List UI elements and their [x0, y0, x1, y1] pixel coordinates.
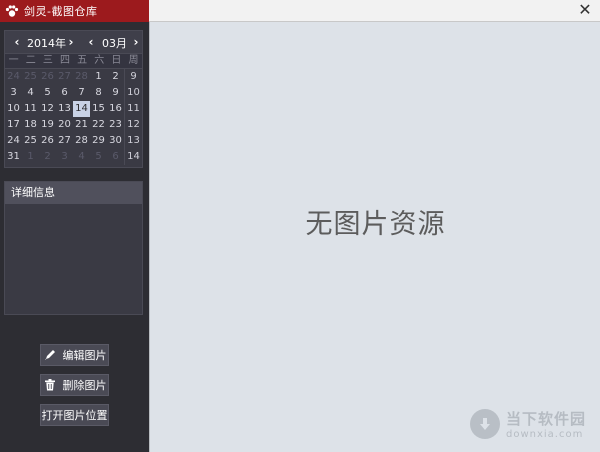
calendar-week-row: 10 11 12 13 14 15 16 11 — [5, 101, 142, 117]
week-number: 14 — [124, 149, 142, 165]
calendar-day-selected[interactable]: 14 — [73, 101, 90, 117]
week-number: 12 — [124, 117, 142, 133]
calendar-day[interactable]: 5 — [90, 149, 107, 165]
weekday-header: 三 — [42, 55, 53, 66]
calendar-day[interactable]: 27 — [56, 133, 73, 149]
calendar-day[interactable]: 6 — [107, 149, 124, 165]
empty-state-message: 无图片资源 — [305, 209, 446, 240]
calendar-grid: 24 25 26 27 28 1 2 9 3 4 5 6 7 8 9 10 10 — [5, 69, 142, 165]
watermark-text: 当下软件园 downxia.com — [506, 408, 586, 440]
weekday-header: 二 — [25, 55, 36, 66]
weekday-header: 一 — [8, 55, 19, 66]
week-number: 11 — [124, 101, 142, 117]
calendar-day[interactable]: 18 — [22, 117, 39, 133]
calendar-day[interactable]: 6 — [56, 85, 73, 101]
calendar-day[interactable]: 26 — [39, 133, 56, 149]
calendar-day[interactable]: 12 — [39, 101, 56, 117]
calendar-day[interactable]: 8 — [90, 85, 107, 101]
calendar-day[interactable]: 25 — [22, 133, 39, 149]
watermark: 当下软件园 downxia.com — [469, 408, 586, 440]
weekday-header: 四 — [59, 55, 70, 66]
calendar-day[interactable]: 21 — [73, 117, 90, 133]
open-image-location-label: 打开图片位置 — [41, 409, 108, 422]
weekday-header: 日 — [111, 55, 122, 66]
edit-image-button[interactable]: 编辑图片 — [40, 344, 109, 366]
calendar-week-row: 3 4 5 6 7 8 9 10 — [5, 85, 142, 101]
delete-image-label: 删除图片 — [62, 379, 107, 392]
next-month-button[interactable]: › — [129, 34, 143, 50]
calendar-day[interactable]: 9 — [107, 85, 124, 101]
calendar: ‹ 2014年 › ‹ 03月 › 一 二 三 四 五 六 日 周 24 25 … — [4, 30, 143, 168]
calendar-day[interactable]: 7 — [73, 85, 90, 101]
month-label: 03月 — [102, 37, 127, 50]
week-number: 10 — [124, 85, 142, 101]
calendar-day[interactable]: 22 — [90, 117, 107, 133]
open-image-location-button[interactable]: 打开图片位置 — [40, 404, 109, 426]
close-icon[interactable]: ✕ — [576, 1, 594, 19]
detail-panel: 详细信息 — [4, 181, 143, 315]
top-bar: ✕ — [149, 0, 600, 22]
calendar-day[interactable]: 28 — [73, 133, 90, 149]
calendar-day[interactable]: 23 — [107, 117, 124, 133]
calendar-day[interactable]: 24 — [5, 133, 22, 149]
delete-image-button[interactable]: 删除图片 — [40, 374, 109, 396]
calendar-day[interactable]: 1 — [90, 69, 107, 85]
calendar-header: ‹ 2014年 › ‹ 03月 › — [5, 31, 142, 53]
calendar-day[interactable]: 16 — [107, 101, 124, 117]
calendar-day[interactable]: 11 — [22, 101, 39, 117]
week-number-header: 周 — [128, 55, 139, 66]
calendar-week-row: 31 1 2 3 4 5 6 14 — [5, 149, 142, 165]
calendar-day[interactable]: 20 — [56, 117, 73, 133]
calendar-day[interactable]: 30 — [107, 133, 124, 149]
week-number: 9 — [124, 69, 142, 85]
calendar-day[interactable]: 4 — [73, 149, 90, 165]
calendar-week-row: 24 25 26 27 28 29 30 13 — [5, 133, 142, 149]
image-viewer: 无图片资源 当下软件园 downxia.com — [149, 22, 600, 452]
calendar-day[interactable]: 27 — [56, 69, 73, 85]
sidebar: 剑灵-截图仓库 ‹ 2014年 › ‹ 03月 › 一 二 三 四 五 六 日 … — [0, 0, 149, 452]
calendar-day[interactable]: 4 — [22, 85, 39, 101]
calendar-day[interactable]: 3 — [56, 149, 73, 165]
calendar-day[interactable]: 25 — [22, 69, 39, 85]
edit-image-label: 编辑图片 — [62, 349, 107, 362]
calendar-day[interactable]: 24 — [5, 69, 22, 85]
calendar-day[interactable]: 5 — [39, 85, 56, 101]
weekday-header: 五 — [77, 55, 88, 66]
calendar-day[interactable]: 31 — [5, 149, 22, 165]
calendar-day[interactable]: 2 — [39, 149, 56, 165]
watermark-en: downxia.com — [505, 429, 584, 440]
download-arrow-icon — [469, 409, 500, 439]
calendar-day[interactable]: 3 — [5, 85, 22, 101]
week-number: 13 — [124, 133, 142, 149]
calendar-day[interactable]: 1 — [22, 149, 39, 165]
trash-icon — [43, 378, 57, 392]
calendar-day[interactable]: 26 — [39, 69, 56, 85]
prev-year-button[interactable]: ‹ — [10, 34, 24, 50]
paw-logo-icon — [4, 3, 20, 19]
calendar-day[interactable]: 13 — [56, 101, 73, 117]
calendar-day[interactable]: 29 — [90, 133, 107, 149]
year-label: 2014年 — [27, 37, 66, 50]
weekday-header-row: 一 二 三 四 五 六 日 周 — [5, 53, 142, 69]
title-bar: 剑灵-截图仓库 — [0, 0, 149, 22]
calendar-day[interactable]: 10 — [5, 101, 22, 117]
calendar-week-row: 24 25 26 27 28 1 2 9 — [5, 69, 142, 85]
calendar-day[interactable]: 19 — [39, 117, 56, 133]
calendar-day[interactable]: 28 — [73, 69, 90, 85]
calendar-week-row: 17 18 19 20 21 22 23 12 — [5, 117, 142, 133]
pencil-icon — [43, 348, 57, 362]
calendar-day[interactable]: 15 — [90, 101, 107, 117]
watermark-cn: 当下软件园 — [505, 410, 586, 428]
next-year-button[interactable]: › — [64, 34, 78, 50]
calendar-day[interactable]: 2 — [107, 69, 124, 85]
detail-panel-header: 详细信息 — [5, 182, 142, 204]
prev-month-button[interactable]: ‹ — [84, 34, 98, 50]
weekday-header: 六 — [94, 55, 105, 66]
window-title: 剑灵-截图仓库 — [24, 5, 98, 18]
calendar-day[interactable]: 17 — [5, 117, 22, 133]
